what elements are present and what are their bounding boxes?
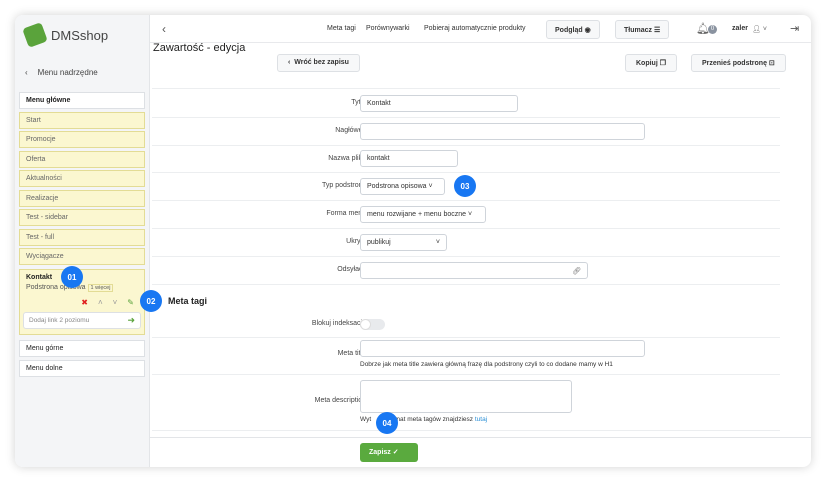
type-value: Podstrona opisowa [367, 183, 427, 190]
divider [152, 172, 780, 173]
menu-form-select[interactable]: menu rozwijane + menu boczne ˅ [360, 206, 486, 223]
back-label: Wróć bez zapisu [294, 59, 349, 66]
brand-name: DMSshop [51, 28, 108, 43]
menu-item[interactable]: Wyciągacze [19, 248, 145, 265]
block-index-toggle[interactable] [360, 319, 385, 330]
save-label: Zapisz [369, 449, 391, 456]
meta-title-help: Dobrze jak meta title zawiera główną fra… [360, 361, 613, 368]
preview-label: Podgląd [555, 27, 583, 34]
marker-04: 04 [376, 412, 398, 434]
parent-label: Menu nadrzędne [38, 68, 98, 77]
link-icon: 🔗︎ [572, 267, 581, 275]
divider [152, 337, 780, 338]
meta-desc-label: Meta description [315, 397, 366, 404]
marker-01: 01 [61, 266, 83, 288]
collapse-chevron-icon[interactable]: ‹ [162, 22, 166, 36]
menu-item[interactable]: Oferta [19, 151, 145, 168]
divider [152, 430, 780, 431]
meta-desc-textarea[interactable] [360, 380, 572, 413]
menu-item[interactable]: Promocje [19, 131, 145, 148]
divider [152, 200, 780, 201]
top-bar: ‹ Meta tagi Porównywarki Pobieraj automa… [150, 15, 811, 43]
delete-icon[interactable]: ✖ [81, 298, 88, 307]
chevron-down-icon[interactable]: ˅ [113, 298, 118, 307]
more-badge[interactable]: 1 więcej [88, 284, 114, 292]
page-title: Zawartość - edycja [153, 42, 245, 54]
divider [152, 145, 780, 146]
edit-icon[interactable]: ✎ [127, 298, 134, 307]
copy-button[interactable]: Kopiuj ❐ [625, 54, 677, 72]
add-sublink-placeholder: Dodaj link 2 poziomu [29, 317, 89, 324]
divider [152, 374, 780, 375]
sidebar: DMSshop ‹ Menu nadrzędne Menu główne Star… [15, 15, 150, 467]
eye-icon: ◉ [585, 27, 591, 34]
link-input[interactable]: 🔗︎ [360, 262, 588, 279]
notification-count: 0 [708, 25, 717, 34]
hidden-select[interactable]: publikuj˅ [360, 234, 447, 251]
save-button[interactable]: Zapisz ✓ [360, 443, 418, 462]
marker-02: 02 [140, 290, 162, 312]
logo-icon [22, 22, 48, 48]
translate-button[interactable]: Tłumacz ☰ [615, 20, 669, 39]
move-button[interactable]: Przenieś podstronę ⊡ [691, 54, 786, 72]
footer-divider [150, 437, 811, 438]
add-sublink-input[interactable]: Dodaj link 2 poziomu ➜ [23, 312, 141, 329]
meta-section-title: Meta tagi [168, 296, 207, 306]
divider [152, 284, 780, 285]
header-input[interactable] [360, 123, 645, 140]
filename-input[interactable]: kontakt [360, 150, 458, 167]
nav-meta-tags[interactable]: Meta tagi [327, 25, 356, 32]
type-select[interactable]: Podstrona opisowa ˅ [360, 178, 445, 195]
marker-03: 03 [454, 175, 476, 197]
divider [152, 88, 780, 89]
nav-auto-products[interactable]: Pobieraj automatycznie produkty [424, 25, 526, 32]
divider [152, 117, 780, 118]
database-icon: ☰ [654, 27, 660, 34]
preview-button[interactable]: Podgląd ◉ [546, 20, 600, 39]
title-input[interactable]: Kontakt [360, 95, 518, 112]
menu-main[interactable]: Menu główne [19, 92, 145, 109]
chevron-up-icon[interactable]: ˄ [98, 298, 103, 307]
divider [152, 228, 780, 229]
copy-icon: ❐ [660, 60, 666, 67]
parent-menu-link[interactable]: ‹ Menu nadrzędne [25, 68, 98, 77]
meta-title-input[interactable] [360, 340, 645, 357]
menu-item[interactable]: Aktualności [19, 170, 145, 187]
menu-item[interactable]: Realizacje [19, 190, 145, 207]
menu-form-value: menu rozwijane + menu boczne [367, 211, 466, 218]
user-icon[interactable]: 👤︎ ˅ [752, 25, 767, 33]
menu-item[interactable]: Test - full [19, 229, 145, 246]
back-button[interactable]: ‹ Wróć bez zapisu [277, 54, 360, 72]
move-icon: ⊡ [769, 60, 775, 67]
menu-item[interactable]: Start [19, 112, 145, 129]
block-index-label: Blokuj indeksacje [312, 320, 366, 327]
copy-label: Kopiuj [636, 60, 658, 67]
divider [152, 256, 780, 257]
guidelines-link[interactable]: tutaj [475, 416, 487, 423]
chevron-left-icon: ‹ [25, 68, 28, 77]
translate-label: Tłumacz [624, 27, 652, 34]
logout-icon[interactable]: ⇥ [790, 22, 799, 35]
menu-top[interactable]: Menu górne [19, 340, 145, 357]
menu-item[interactable]: Test - sidebar [19, 209, 145, 226]
hidden-value: publikuj [367, 239, 391, 246]
move-label: Przenieś podstronę [702, 60, 767, 67]
arrow-right-circle-icon[interactable]: ➜ [127, 315, 135, 326]
menu-bottom[interactable]: Menu dolne [19, 360, 145, 377]
user-name[interactable]: zaler [732, 25, 748, 32]
nav-comparisons[interactable]: Porównywarki [366, 25, 410, 32]
logo[interactable]: DMSshop [25, 25, 108, 45]
